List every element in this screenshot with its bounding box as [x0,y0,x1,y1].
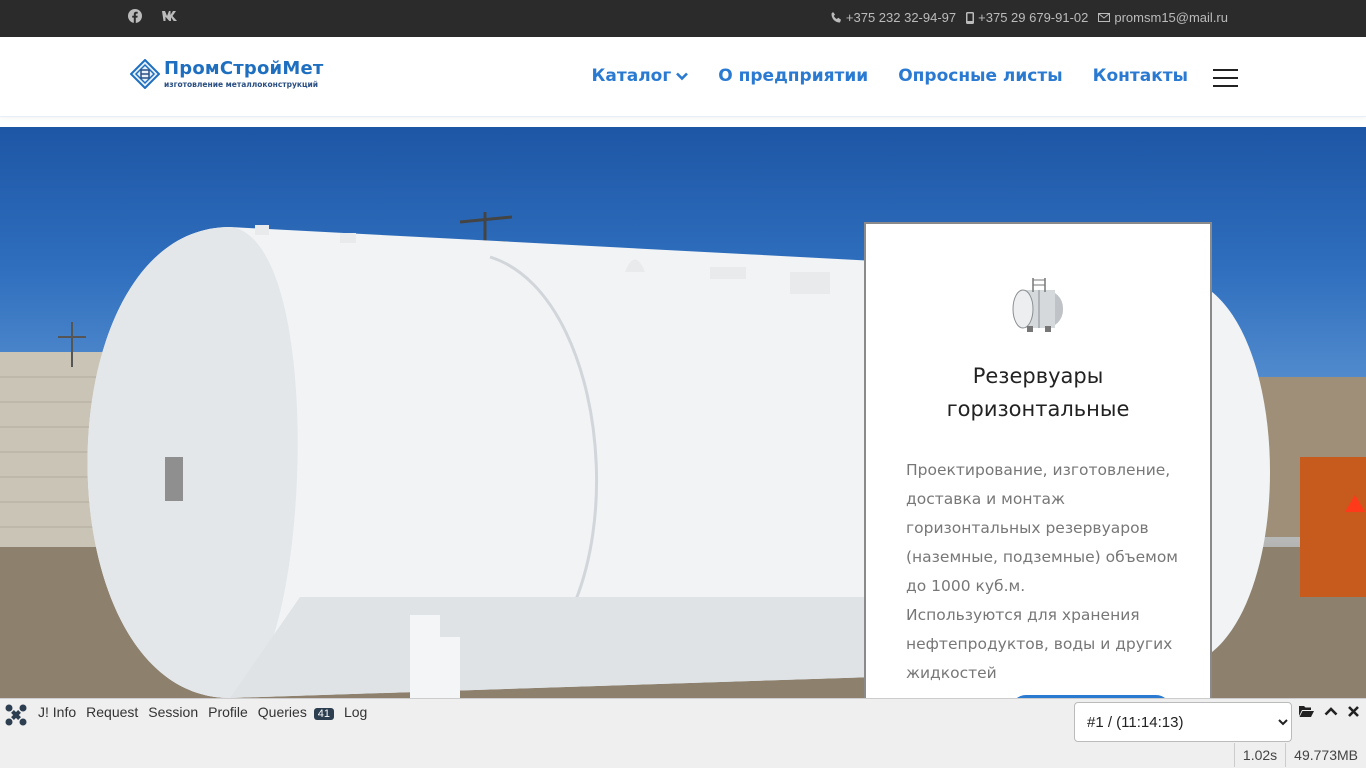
queries-count-badge: 41 [313,708,334,720]
nav-item-contacts[interactable]: Контакты [1093,66,1188,86]
phone-1[interactable]: +375 232 32-94-97 [831,10,956,25]
logo-emblem-icon [130,59,160,89]
debug-tabs: J! Info Request Session Profile Queries … [38,704,367,720]
phone-1-text: +375 232 32-94-97 [845,10,957,25]
debug-controls [1299,705,1359,717]
social-links [128,9,178,23]
debug-tab-queries[interactable]: Queries 41 [258,704,334,720]
nav-item-questionnaires[interactable]: Опросные листы [898,66,1062,86]
joomla-logo-icon[interactable] [5,704,27,726]
top-bar: +375 232 32-94-97 +375 29 679-91-02 prom… [0,0,1366,37]
main-nav: Каталог О предприятии Опросные листы Кон… [592,66,1188,86]
request-select[interactable]: #1 / (11:14:13) [1074,702,1292,742]
close-icon[interactable] [1348,705,1359,717]
phone-2-text: +375 29 679-91-02 [978,10,1089,25]
nav-item-label: Опросные листы [898,66,1063,86]
email-text: promsm15@mail.ru [1114,10,1228,25]
chevron-down-icon [676,72,689,80]
email[interactable]: promsm15@mail.ru [1098,10,1228,25]
memory-usage: 49.773MB [1285,743,1366,767]
logo-tagline: изготовление металлоконструкций [164,79,319,89]
logo[interactable]: ПромСтройМет изготовление металлоконстру… [130,59,324,89]
phone-2[interactable]: +375 29 679-91-02 [966,10,1088,25]
mobile-icon [966,11,975,24]
product-card: Резервуары горизонтальные Проектирование… [864,222,1212,725]
nav-item-label: Каталог [591,66,672,86]
debug-tab-queries-label: Queries [257,704,307,720]
joomla-debug-bar: J! Info Request Session Profile Queries … [0,698,1366,768]
hamburger-menu-icon[interactable] [1213,69,1238,87]
vk-icon[interactable] [162,11,178,21]
envelope-icon [1098,13,1111,22]
card-description-p1: Проектирование, изготовление, доставка и… [906,461,1178,595]
debug-tab-profile[interactable]: Profile [208,704,248,720]
debug-tab-session[interactable]: Session [148,704,198,720]
card-title: Резервуары горизонтальные [866,360,1210,426]
site-header: ПромСтройМет изготовление металлоконстру… [0,37,1366,117]
card-description-p2: Используются для хранения нефтепродуктов… [906,606,1173,682]
debug-tab-request[interactable]: Request [86,704,138,720]
nav-item-about[interactable]: О предприятии [718,66,868,86]
logo-name: ПромСтройМет [164,57,324,79]
request-time: 1.02s [1233,743,1285,767]
nav-item-label: Контакты [1092,66,1188,86]
card-title-line-1: Резервуары [972,364,1104,388]
logo-text: ПромСтройМет изготовление металлоконстру… [164,57,324,89]
nav-item-catalog[interactable]: Каталог [592,66,689,86]
tank-product-icon [1012,278,1063,332]
nav-item-label: О предприятии [718,66,869,86]
card-description: Проектирование, изготовление, доставка и… [906,456,1178,688]
open-folder-icon[interactable] [1299,705,1314,717]
contact-info: +375 232 32-94-97 +375 29 679-91-02 prom… [831,10,1228,25]
facebook-icon[interactable] [128,9,142,23]
card-title-line-2: горизонтальные [946,397,1130,421]
debug-tab-log[interactable]: Log [344,704,367,720]
phone-icon [831,12,841,23]
chevron-up-icon[interactable] [1324,706,1338,716]
debug-stats: 1.02s 49.773MB [1233,743,1366,767]
debug-tab-jinfo[interactable]: J! Info [38,704,76,720]
